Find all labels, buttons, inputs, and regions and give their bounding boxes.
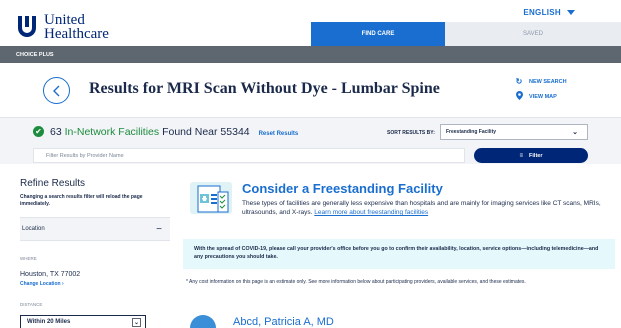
page-title: Results for MRI Scan Without Dye - Lumba… [89,80,440,97]
language-selector[interactable]: ENGLISH [523,8,575,17]
check-circle-icon: ✔ [33,126,44,137]
location-heading: Location [22,226,45,232]
change-location-label: Change Location [20,281,61,287]
chevron-left-icon [52,85,59,96]
refine-results-sidebar: Refine Results Changing a search results… [20,170,170,328]
view-map-link[interactable]: VIEW MAP [514,91,557,102]
logo-text-line2: Healthcare [44,26,109,42]
change-location-link[interactable]: Change Location › [20,281,64,287]
chevron-down-icon: ⌄ [572,129,578,136]
filter-label: Filter [529,152,543,159]
logo-icon [16,14,38,40]
new-search-label: NEW SEARCH [529,78,567,85]
facility-clipboard-icon [190,180,232,216]
tab-saved[interactable]: SAVED [445,22,621,46]
refine-results-description: Changing a search results filter will re… [20,194,143,207]
sort-select[interactable]: Freestanding Facility ⌄ [440,124,588,140]
location-accordion[interactable]: Location − [20,217,170,241]
reset-results-link[interactable]: Reset Results [259,131,299,137]
plan-bar: CHOICE PLUS [0,46,621,63]
provider-avatar [190,315,216,328]
where-label: WHERE [20,256,37,261]
map-pin-icon [514,91,524,102]
result-count: 63 [50,126,62,138]
results-count: 63 In-Network Facilities Found Near 5534… [50,126,298,138]
filter-button[interactable]: ≡ Filter [474,148,588,163]
sort-label: SORT RESULTS BY: [387,130,435,136]
caret-down-icon [567,10,575,16]
plan-name: CHOICE PLUS [16,51,54,58]
sort-value: Freestanding Facility [446,129,497,135]
distance-value: Within 20 Miles [27,319,71,325]
new-search-link[interactable]: ↻ NEW SEARCH [514,77,567,86]
back-button[interactable] [43,77,70,104]
distance-label: DISTANCE [20,302,43,307]
location-city: Houston, TX 77002 [20,271,81,278]
view-map-label: VIEW MAP [529,93,557,100]
chevron-right-icon: › [61,281,64,287]
in-network-label: In-Network Facilities [64,126,160,138]
collapse-icon: − [156,224,162,235]
tab-find-care[interactable]: FIND CARE [311,22,445,46]
chevron-down-icon: ⌄ [132,318,141,327]
refresh-icon: ↻ [515,77,523,86]
cost-disclaimer: * Any cost information on this page is a… [186,279,526,285]
language-label: ENGLISH [523,8,561,17]
filter-icon: ≡ [519,152,524,159]
provider-name-link[interactable]: Abcd, Patricia A, MD [233,316,334,328]
logo-text-line1: United [44,12,85,28]
covid-banner: With the spread of COVID-19, please call… [183,239,615,269]
found-near-label: Found Near 55344 [162,126,250,138]
filter-placeholder: Filter Results by Provider Name [46,152,124,159]
refine-results-title: Refine Results [20,178,86,189]
promo-description: These types of facilities are generally … [242,199,614,217]
unitedhealthcare-logo[interactable]: United Healthcare [16,12,109,42]
freestanding-facilities-link[interactable]: Learn more about freestanding facilities [314,209,428,216]
top-bar: United Healthcare ENGLISH FIND CARE SAVE… [0,0,621,46]
provider-name-filter-input[interactable]: Filter Results by Provider Name [33,148,465,163]
promo-title: Consider a Freestanding Facility [242,181,443,196]
distance-select[interactable]: Within 20 Miles ⌄ [20,315,146,328]
results-header: Results for MRI Scan Without Dye - Lumba… [0,63,621,118]
results-summary: ✔ 63 In-Network Facilities Found Near 55… [0,118,621,164]
